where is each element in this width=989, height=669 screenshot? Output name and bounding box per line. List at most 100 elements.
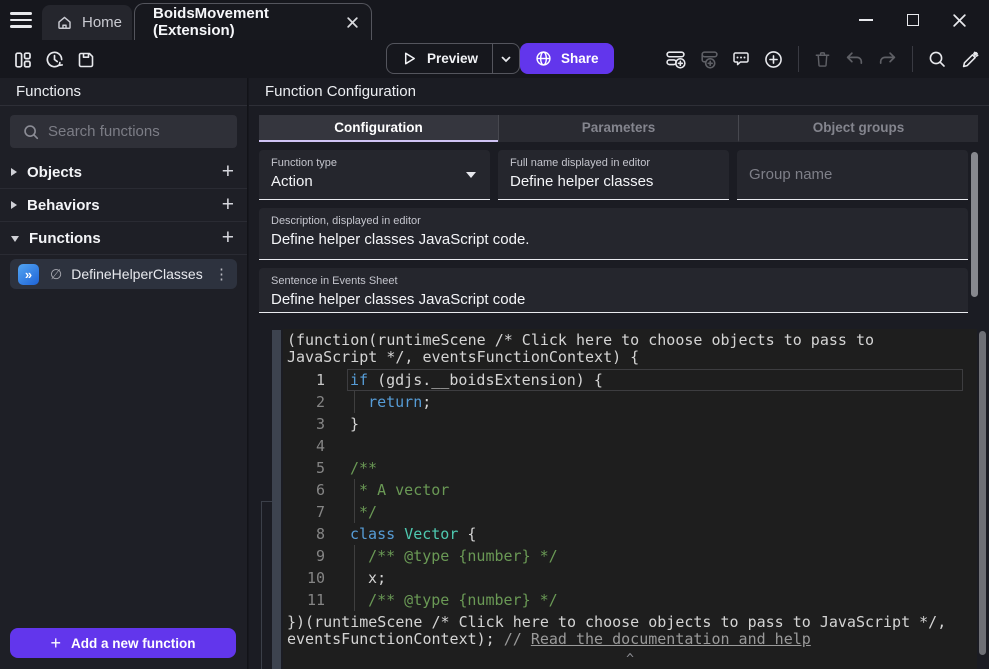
events-sheet: (function(runtimeScene /* Click here to … (249, 325, 989, 669)
share-label: Share (561, 51, 599, 66)
sidebar-item-definehelperclasses[interactable]: » ∅ DefineHelperClasses ⋮ (10, 259, 237, 289)
search-functions-input[interactable] (10, 115, 237, 148)
indent-guide (354, 501, 355, 523)
preview-button[interactable]: Preview (386, 43, 520, 74)
sentence-label: Sentence in Events Sheet (271, 275, 956, 287)
function-name: DefineHelperClasses (71, 266, 203, 282)
add-function-plus-button[interactable]: + (222, 228, 234, 248)
search-button[interactable] (927, 49, 947, 69)
line-number: 8 (283, 523, 325, 545)
code-header[interactable]: (function(runtimeScene /* Click here to … (283, 329, 977, 366)
tab-configuration[interactable]: Configuration (259, 115, 498, 142)
documentation-link[interactable]: Read the documentation and help (531, 630, 811, 648)
edit-settings-button[interactable] (959, 49, 980, 70)
line-number: 5 (283, 457, 325, 479)
sentence-field[interactable]: Sentence in Events Sheet Define helper c… (259, 268, 968, 313)
tab-object-groups[interactable]: Object groups (738, 115, 978, 142)
main-menu-icon[interactable] (10, 12, 32, 28)
add-comment-button[interactable] (731, 49, 751, 69)
function-type-label: Function type (271, 157, 478, 169)
code-line[interactable]: 2 return; (283, 391, 977, 413)
code-line[interactable]: 11 /** @type {number} */ (283, 589, 977, 611)
code-line[interactable]: 3} (283, 413, 977, 435)
code-lines: 1if (gdjs.__boidsExtension) {2 return;3}… (283, 369, 977, 611)
preview-options-button[interactable] (492, 44, 519, 73)
plus-icon: + (50, 633, 61, 654)
code-scrollbar[interactable] (979, 331, 986, 655)
full-name-label: Full name displayed in editor (510, 157, 717, 169)
line-number: 4 (283, 435, 325, 457)
function-action-icon: » (18, 264, 39, 285)
group-name-field[interactable]: Group name (737, 150, 968, 200)
form-scrollbar[interactable] (971, 152, 978, 297)
add-event-button[interactable] (665, 49, 686, 70)
minimize-button[interactable] (842, 0, 889, 40)
close-icon (952, 13, 967, 28)
code-line[interactable]: 8class Vector { (283, 523, 977, 545)
function-type-select[interactable]: Function type Action (259, 150, 490, 200)
code-line[interactable]: 1if (gdjs.__boidsExtension) { (283, 369, 977, 391)
code-line[interactable]: 6 * A vector (283, 479, 977, 501)
maximize-icon (907, 14, 919, 26)
code-line[interactable]: 7 */ (283, 501, 977, 523)
add-other-events-button[interactable] (763, 49, 784, 70)
add-behavior-button[interactable]: + (222, 195, 234, 215)
line-number: 2 (283, 391, 325, 413)
add-object-button[interactable]: + (222, 162, 234, 182)
line-number: 11 (283, 589, 325, 611)
chevron-down-icon (11, 236, 19, 242)
indent-guide (354, 545, 355, 567)
main-title: Function Configuration (249, 78, 989, 106)
share-button[interactable]: Share (520, 43, 614, 74)
function-options-icon[interactable]: ⋮ (214, 265, 229, 283)
code-line[interactable]: 9 /** @type {number} */ (283, 545, 977, 567)
code-text: * A vector (325, 479, 449, 501)
indent-guide (354, 589, 355, 611)
home-icon (56, 14, 73, 31)
tab-boidsmovement[interactable]: BoidsMovement (Extension) (134, 3, 372, 40)
search-icon (927, 49, 947, 69)
code-line[interactable]: 4 (283, 435, 977, 457)
play-icon (401, 50, 418, 67)
maximize-button[interactable] (889, 0, 936, 40)
search-functions (10, 115, 237, 148)
sidebar-section-behaviors[interactable]: Behaviors + (0, 189, 247, 222)
tab-home-label: Home (82, 14, 122, 31)
add-new-function-button[interactable]: + Add a new function (10, 628, 236, 658)
undo-button[interactable] (844, 49, 865, 70)
save-button[interactable] (76, 50, 96, 70)
code-text (325, 435, 350, 457)
code-footer[interactable]: })(runtimeScene /* Click here to choose … (283, 611, 977, 648)
redo-icon (877, 49, 898, 70)
full-name-value: Define helper classes (510, 173, 717, 190)
configuration-form: Function type Action Full name displayed… (259, 150, 968, 321)
indent-guide (354, 479, 355, 501)
project-manager-button[interactable] (13, 50, 33, 70)
event-drag-handle[interactable] (272, 330, 281, 669)
line-number: 3 (283, 413, 325, 435)
version-history-button[interactable] (44, 49, 65, 70)
function-type-value: Action (271, 173, 478, 190)
tab-close-icon[interactable] (346, 16, 359, 29)
full-name-field[interactable]: Full name displayed in editor Define hel… (498, 150, 729, 200)
code-text: } (325, 413, 359, 435)
close-button[interactable] (936, 0, 983, 40)
editor-resize-caret[interactable]: ^ (283, 652, 977, 667)
redo-button[interactable] (877, 49, 898, 70)
code-line[interactable]: 10 x; (283, 567, 977, 589)
tab-parameters[interactable]: Parameters (498, 115, 738, 142)
gdevelop-window: Home BoidsMovement (Extension) (0, 0, 989, 669)
sidebar-section-functions[interactable]: Functions + (0, 222, 247, 255)
functions-sidebar: Functions Objects + Behaviors + Function… (0, 78, 248, 669)
toolbar-divider (798, 46, 799, 72)
add-subevent-button[interactable] (698, 49, 719, 70)
code-text: /** @type {number} */ (325, 589, 558, 611)
tab-home[interactable]: Home (42, 5, 132, 40)
delete-button[interactable] (813, 50, 832, 69)
description-field[interactable]: Description, displayed in editor Define … (259, 208, 968, 260)
undo-icon (844, 49, 865, 70)
search-icon (22, 123, 40, 141)
title-bar: Home BoidsMovement (Extension) (0, 0, 989, 40)
code-line[interactable]: 5/** (283, 457, 977, 479)
sidebar-section-objects[interactable]: Objects + (0, 156, 247, 189)
